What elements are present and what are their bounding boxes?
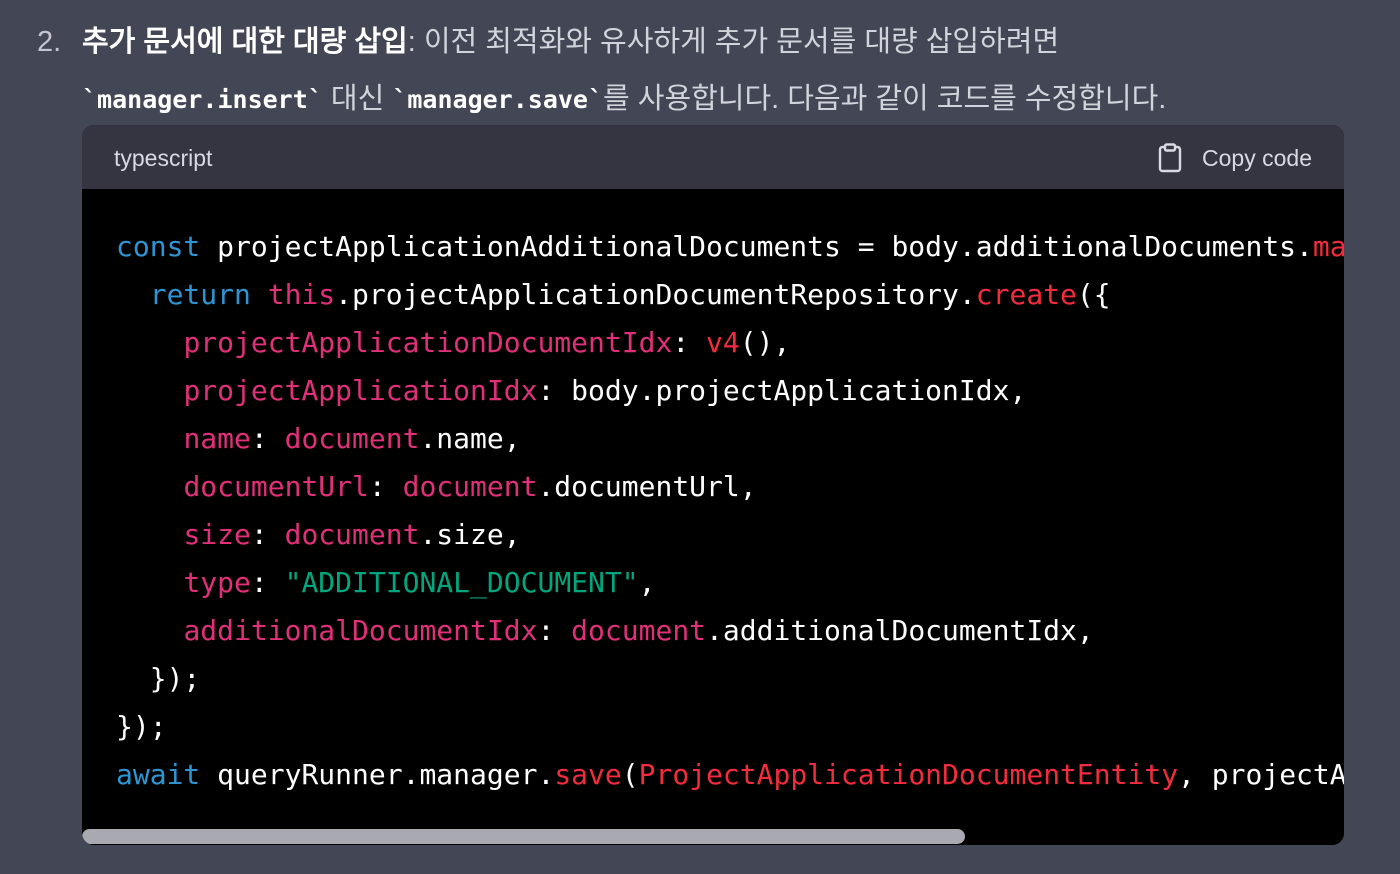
code-token: size	[183, 518, 251, 551]
code-token: type	[183, 566, 251, 599]
list-number: 2.	[37, 26, 62, 58]
code-token: .name,	[419, 422, 521, 455]
code-token: document	[402, 470, 538, 503]
paragraph-line-2: `manager.insert` 대신 `manager.save`를 사용합니…	[82, 81, 1166, 118]
code-token: (),	[739, 326, 791, 359]
code-token: });	[116, 662, 201, 695]
code-line: type: "ADDITIONAL_DOCUMENT",	[116, 563, 655, 603]
code-token: ,	[638, 566, 656, 599]
code-token: :	[368, 470, 403, 503]
code-line: const projectApplicationAdditionalDocume…	[116, 227, 1344, 267]
code-token: document	[284, 422, 420, 455]
code-token: , projectAp	[1178, 758, 1344, 791]
code-line: size: document.size,	[116, 515, 521, 555]
code-token: "ADDITIONAL_DOCUMENT"	[284, 566, 639, 599]
code-token: .documentUrl,	[537, 470, 757, 503]
code-line: await queryRunner.manager.save(ProjectAp…	[116, 755, 1344, 795]
paragraph-text: 를 사용합니다. 다음과 같이 코드를 수정합니다.	[603, 83, 1167, 115]
code-token: await	[116, 758, 201, 791]
item-heading: 추가 문서에 대한 대량 삽입	[82, 26, 408, 58]
code-block: typescript Copy code const projectApplic…	[82, 125, 1344, 845]
paragraph-text: : 이전 최적화와 유사하게 추가 문서를 대량 삽입하려면	[407, 26, 1060, 58]
code-token: projectApplicationDocumentIdx	[183, 326, 673, 359]
code-line: documentUrl: document.documentUrl,	[116, 467, 757, 507]
code-token: });	[116, 710, 167, 743]
clipboard-icon	[1158, 143, 1182, 173]
code-line: });	[116, 707, 167, 747]
code-token: .additionalDocumentIdx,	[706, 614, 1094, 647]
code-token: projectApplicationAdditionalDocuments = …	[200, 230, 1313, 263]
code-token: :	[537, 614, 572, 647]
code-header: typescript Copy code	[82, 125, 1344, 189]
code-token: :	[250, 566, 285, 599]
horizontal-scrollbar[interactable]	[82, 827, 1344, 845]
code-token: .size,	[419, 518, 521, 551]
code-token: projectApplicationIdx	[183, 374, 538, 407]
code-line: additionalDocumentIdx: document.addition…	[116, 611, 1094, 651]
code-token: name	[183, 422, 251, 455]
paragraph-text: 대신	[322, 83, 393, 115]
inline-code-insert: `manager.insert`	[82, 85, 323, 114]
inline-code-save: `manager.save`	[392, 85, 604, 114]
code-token: v4	[706, 326, 740, 359]
code-token: create	[975, 278, 1077, 311]
code-token: (	[621, 758, 639, 791]
code-token: :	[250, 422, 285, 455]
code-token: const	[116, 230, 201, 263]
code-token: document	[571, 614, 707, 647]
code-token: :	[250, 518, 285, 551]
code-token: document	[284, 518, 420, 551]
paragraph-line-1: 추가 문서에 대한 대량 삽입: 이전 최적화와 유사하게 추가 문서를 대량 …	[82, 24, 1059, 60]
scrollbar-thumb[interactable]	[82, 829, 965, 844]
code-line: });	[116, 659, 201, 699]
code-token: ({	[1076, 278, 1111, 311]
code-token: : body.projectApplicationIdx,	[537, 374, 1027, 407]
code-line: projectApplicationIdx: body.projectAppli…	[116, 371, 1026, 411]
code-token: :	[672, 326, 707, 359]
code-token: ma	[1312, 230, 1344, 263]
code-token: queryRunner.manager.	[200, 758, 555, 791]
code-line: projectApplicationDocumentIdx: v4(),	[116, 323, 790, 363]
code-token: this	[267, 278, 336, 311]
code-token: return	[149, 278, 251, 311]
code-token: additionalDocumentIdx	[183, 614, 538, 647]
copy-code-label: Copy code	[1202, 145, 1312, 171]
copy-code-button[interactable]: Copy code	[1158, 141, 1312, 175]
code-token: documentUrl	[183, 470, 369, 503]
code-language-label: typescript	[114, 145, 213, 171]
code-token: ProjectApplicationDocumentEntity	[638, 758, 1179, 791]
code-token: .projectApplicationDocumentRepository.	[335, 278, 976, 311]
code-area[interactable]: const projectApplicationAdditionalDocume…	[82, 189, 1344, 845]
code-line: name: document.name,	[116, 419, 521, 459]
code-line: return this.projectApplicationDocumentRe…	[116, 275, 1111, 315]
code-token: save	[554, 758, 622, 791]
